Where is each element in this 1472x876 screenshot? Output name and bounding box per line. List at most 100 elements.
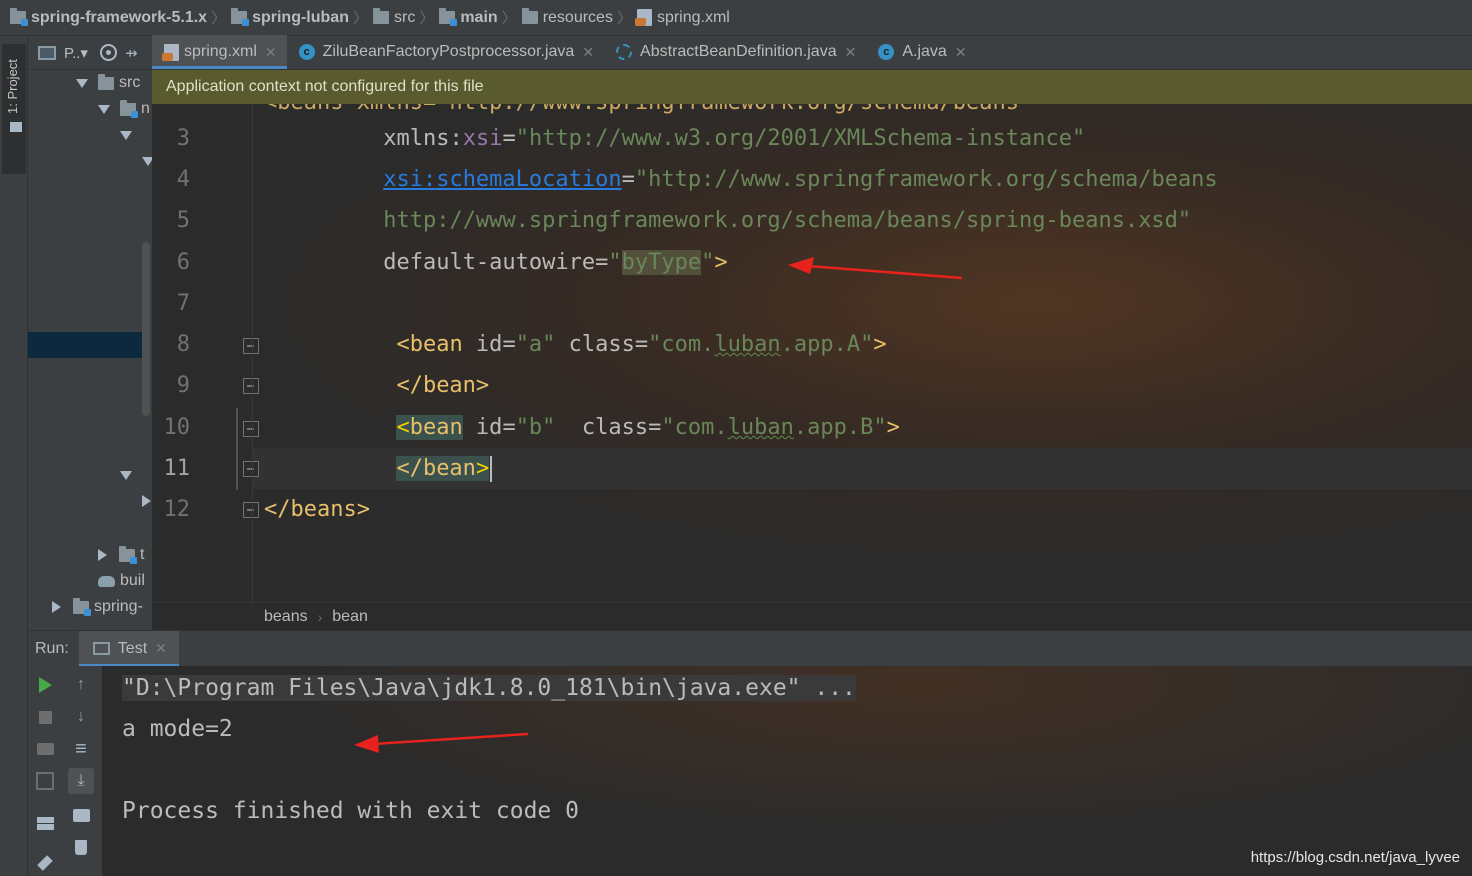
arrow-up-icon[interactable]: ↑ (68, 672, 94, 698)
run-toolbar: ↑ ↓ ≡ ⤓ (28, 666, 102, 876)
resources-folder-icon (521, 8, 538, 24)
tree-node-package[interactable] (142, 150, 152, 172)
tree-node-main[interactable]: n (98, 98, 150, 120)
collapse-arrow-icon[interactable] (98, 549, 107, 561)
expand-arrow-icon[interactable] (120, 130, 132, 140)
folder-icon (10, 122, 22, 132)
schema-location-link[interactable]: xsi:schemaLocation (383, 167, 621, 192)
code-line-6: default-autowire="byType"> (383, 250, 728, 275)
tree-node-collapsed[interactable] (142, 490, 152, 512)
fold-marker-icon[interactable] (243, 461, 259, 477)
nav-separator: 〉 (501, 10, 517, 27)
close-icon[interactable]: ✕ (845, 44, 857, 61)
code-line-10: <bean id="b" class="com.luban.app.B"> (396, 415, 900, 440)
soft-wrap-icon[interactable]: ≡ (68, 736, 94, 762)
expand-arrow-icon[interactable] (142, 156, 152, 166)
breadcrumb-beans[interactable]: beans (264, 608, 308, 626)
close-icon[interactable]: ✕ (582, 44, 594, 61)
line-number-current: 11 (163, 456, 191, 481)
xml-file-icon (162, 43, 179, 61)
tree-node-test[interactable]: t (98, 544, 144, 566)
line-number: 9 (176, 373, 190, 398)
gutter-divider (252, 104, 253, 602)
module-folder-icon (10, 8, 28, 26)
pin-icon[interactable] (32, 850, 58, 876)
nav-crumb-module[interactable]: spring-luban (231, 8, 349, 27)
run-tab-test[interactable]: Test ✕ (78, 630, 179, 667)
context-not-configured-banner[interactable]: Application context not configured for t… (152, 70, 1472, 104)
console-icon (92, 642, 110, 655)
restore-layout-icon[interactable] (32, 768, 58, 794)
close-icon[interactable]: ✕ (155, 640, 167, 657)
locate-file-icon[interactable] (99, 44, 117, 61)
project-tool-tab-label: 1: Project (5, 59, 20, 114)
fold-marker-icon[interactable] (243, 378, 259, 394)
tab-a-java[interactable]: c A.java ✕ (866, 35, 976, 69)
nav-crumb-main[interactable]: main (439, 8, 498, 27)
run-label: Run: (35, 639, 69, 657)
project-tool-window: P..▾ ⇸ src n t buil spring- (28, 36, 152, 630)
tree-node-build-gradle[interactable]: buil (98, 570, 145, 592)
expand-arrow-icon[interactable] (98, 104, 110, 114)
module-folder-icon (439, 8, 458, 26)
collapse-arrow-icon[interactable] (142, 495, 151, 507)
layout-icon[interactable] (32, 810, 58, 836)
nav-crumb-resources[interactable]: resources (521, 8, 613, 27)
notification-text: Application context not configured for t… (166, 78, 484, 95)
folder-icon (372, 8, 389, 24)
expand-arrow-icon[interactable] (120, 470, 132, 480)
abstract-class-icon (616, 44, 633, 60)
rerun-button[interactable] (32, 672, 58, 698)
close-icon[interactable]: ✕ (955, 44, 967, 61)
camera-icon[interactable] (32, 736, 58, 762)
project-scrollbar[interactable] (142, 242, 150, 416)
nav-crumb-file[interactable]: spring.xml (634, 9, 730, 27)
class-icon: c (878, 44, 895, 60)
collapse-all-icon[interactable]: ⇸ (125, 44, 138, 62)
nav-crumb-src[interactable]: src (372, 8, 415, 27)
annotation-arrow-icon (788, 257, 963, 280)
xml-file-icon (634, 9, 652, 26)
left-tool-stripe: 1: Project orites (0, 36, 28, 876)
xml-breadcrumbs: beans › bean (152, 602, 1472, 630)
tree-node-spring-module[interactable]: spring- (52, 596, 143, 618)
project-tool-tab[interactable]: 1: Project (2, 44, 26, 174)
tree-node-src[interactable]: src (76, 72, 140, 94)
nav-crumb-project[interactable]: spring-framework-5.1.x (10, 8, 207, 27)
annotation-arrow-icon (354, 732, 529, 753)
code-line-11: </bean> (264, 448, 493, 489)
nav-separator: 〉 (211, 10, 227, 27)
tree-node-java[interactable] (120, 124, 142, 146)
navigation-bar: spring-framework-5.1.x 〉 spring-luban 〉 … (0, 0, 1472, 36)
code-editor[interactable]: 3 4 5 6 7 8 9 10 11 12 <beans xmlns="htt… (152, 104, 1472, 602)
collapse-arrow-icon[interactable] (52, 601, 61, 613)
stop-button[interactable] (32, 704, 58, 730)
arrow-down-icon[interactable]: ↓ (68, 704, 94, 730)
tab-zilu-bean-factory-postprocessor[interactable]: c ZiluBeanFactoryPostprocessor.java ✕ (287, 35, 604, 69)
line-number: 8 (176, 332, 190, 357)
scroll-to-end-icon[interactable]: ⤓ (68, 768, 94, 794)
nav-separator: 〉 (352, 10, 368, 27)
module-folder-icon (73, 597, 91, 616)
project-view-selector[interactable]: P..▾ (64, 44, 88, 62)
tree-node-resources[interactable] (120, 464, 142, 486)
line-number: 12 (163, 497, 191, 522)
project-view-icon (38, 45, 56, 60)
fold-marker-icon[interactable] (243, 338, 259, 354)
clear-all-icon[interactable] (68, 834, 94, 860)
module-folder-icon (231, 8, 250, 26)
line-number: 6 (176, 250, 190, 275)
fold-marker-icon[interactable] (243, 502, 259, 518)
print-icon[interactable] (68, 802, 94, 828)
run-panel-header: Run: Test ✕ (28, 630, 1472, 667)
tab-abstract-bean-definition[interactable]: AbstractBeanDefinition.java ✕ (604, 35, 866, 69)
breadcrumb-bean[interactable]: bean (332, 608, 368, 626)
tree-selected-row[interactable] (28, 332, 142, 358)
close-icon[interactable]: ✕ (265, 44, 277, 61)
code-line-3: xmlns:xsi="http://www.w3.org/2001/XMLSch… (383, 126, 1086, 151)
expand-arrow-icon[interactable] (76, 78, 88, 88)
console-output[interactable]: "D:\Program Files\Java\jdk1.8.0_181\bin\… (102, 666, 1472, 876)
console-line-exit: Process finished with exit code 0 (122, 798, 579, 824)
tab-spring-xml[interactable]: spring.xml ✕ (152, 35, 287, 69)
fold-marker-icon[interactable] (243, 421, 259, 437)
